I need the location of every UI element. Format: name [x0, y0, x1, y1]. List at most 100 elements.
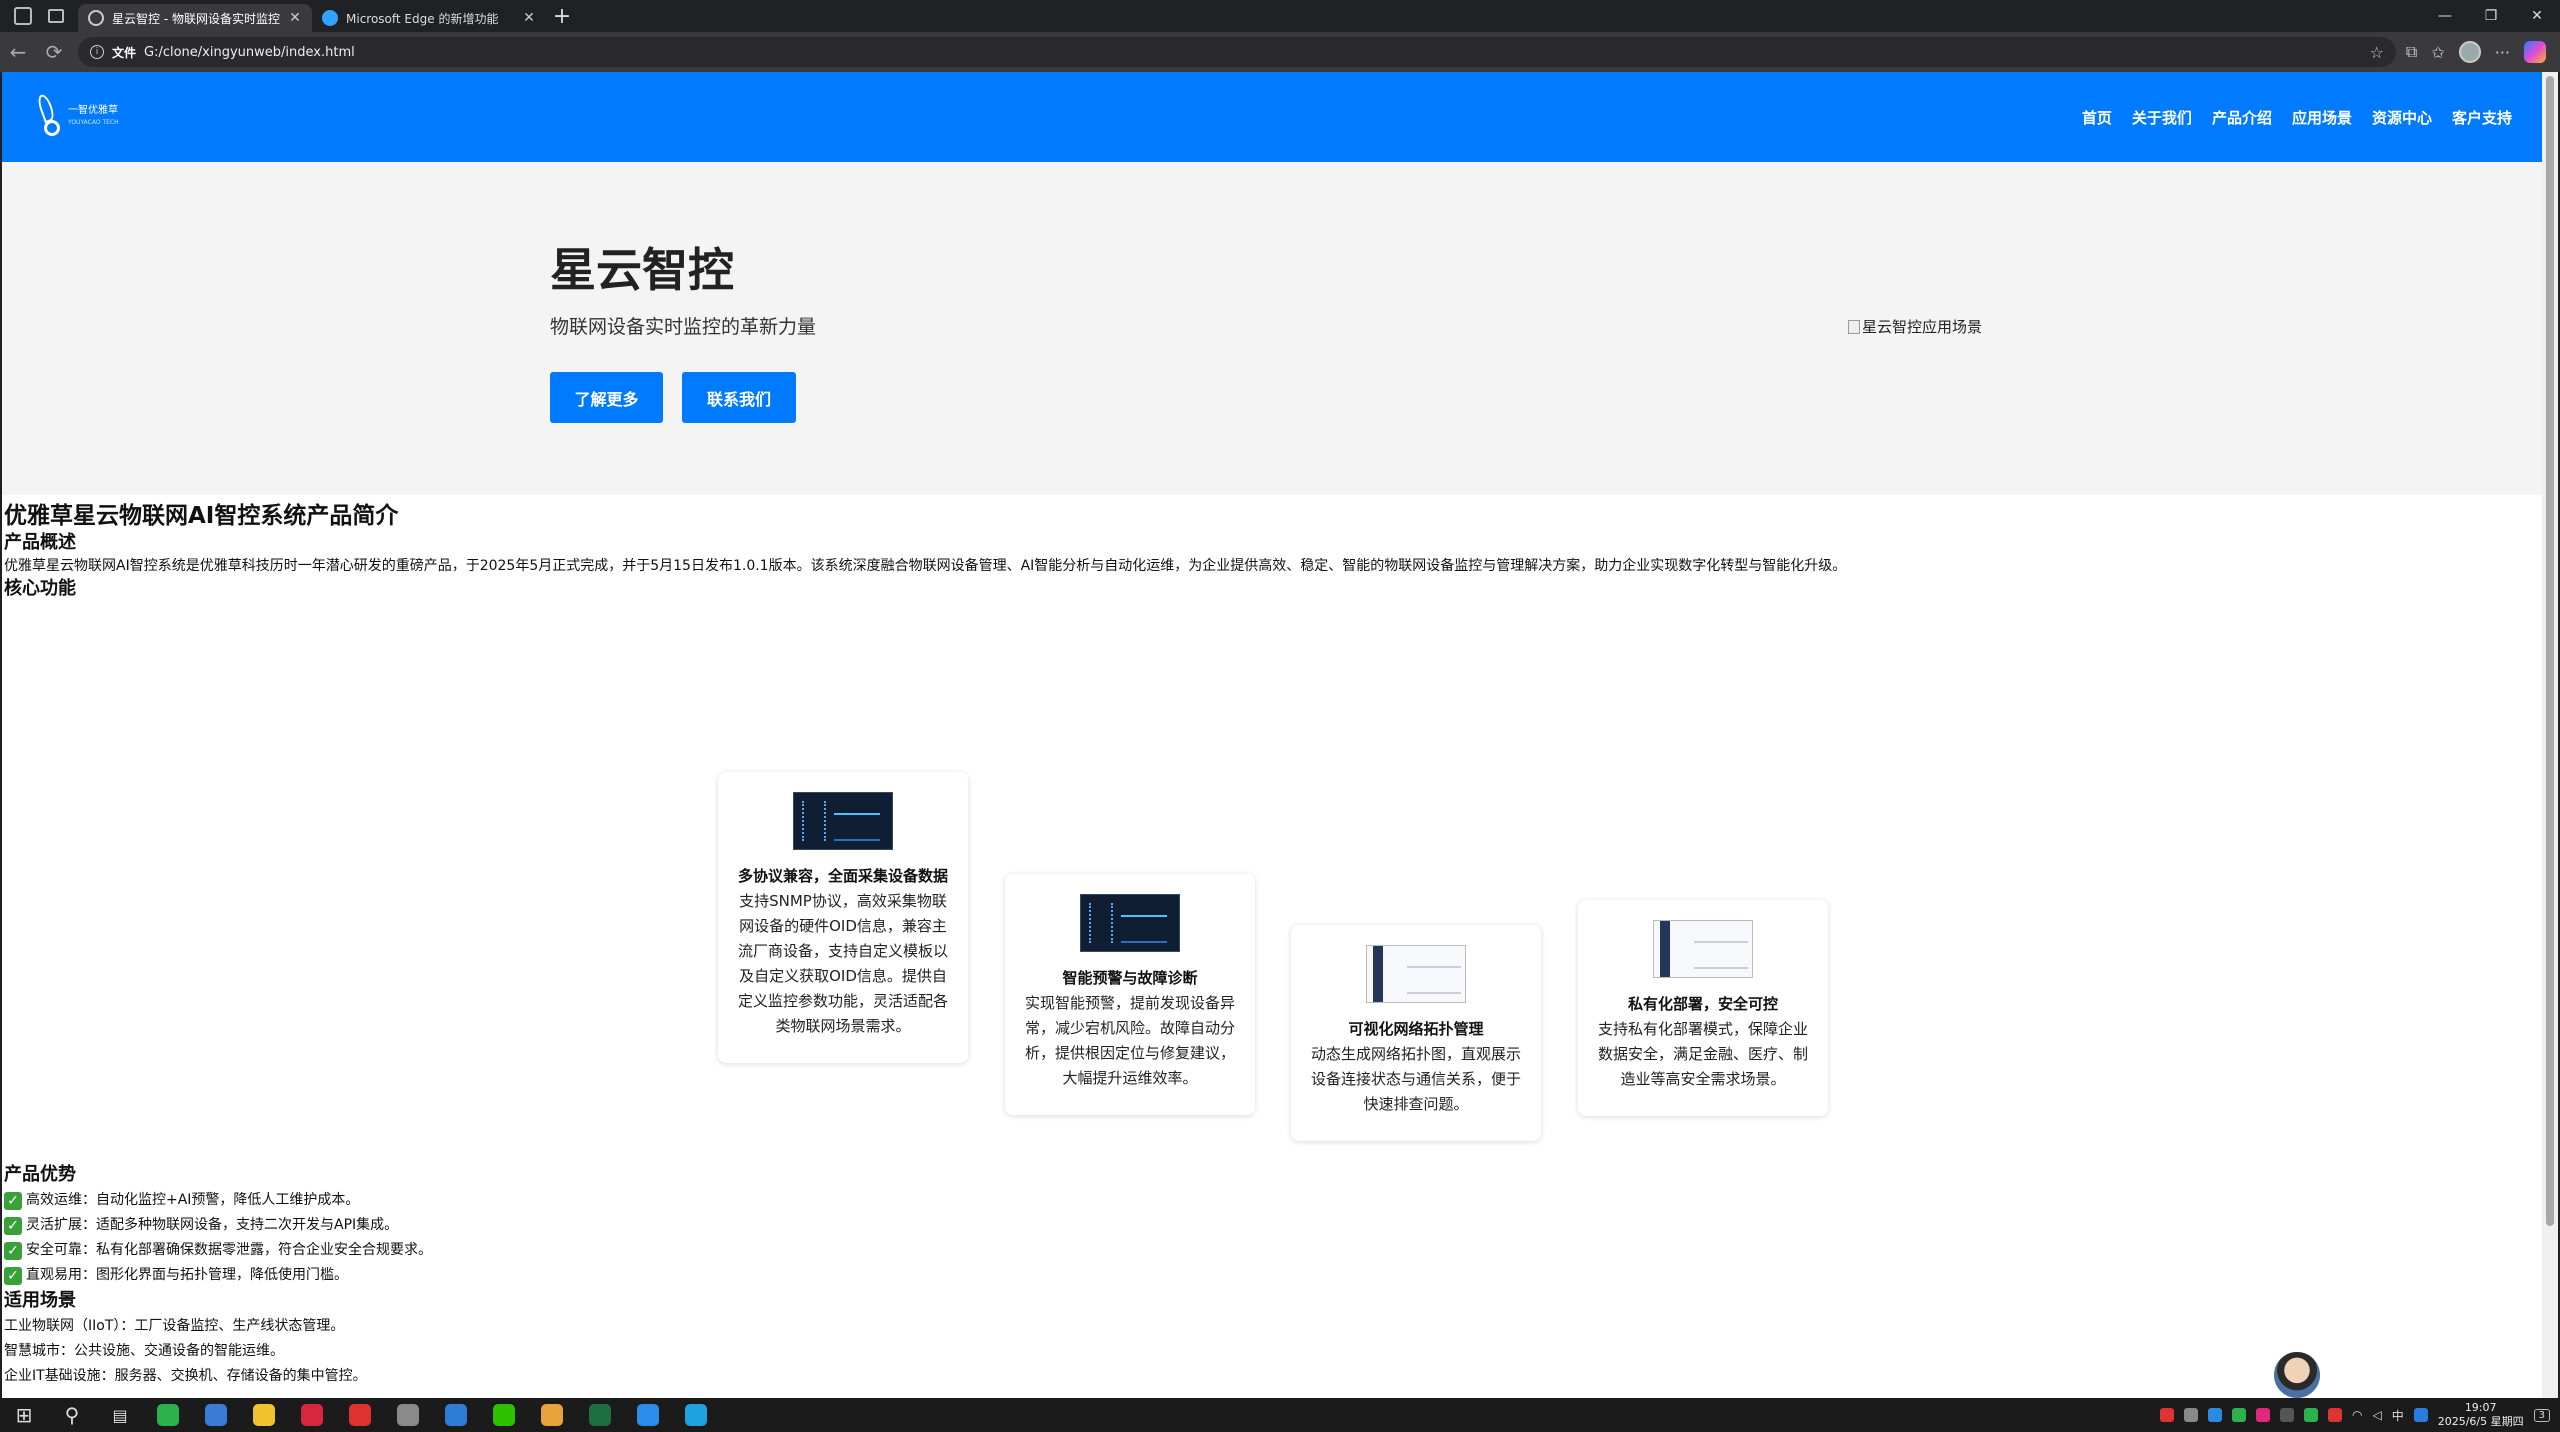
nav-resources[interactable]: 资源中心	[2372, 107, 2432, 128]
new-tab-button[interactable]: +	[546, 0, 578, 32]
reload-button[interactable]: ⟳	[36, 36, 72, 68]
tab-actions-icon[interactable]	[48, 9, 64, 23]
list-item: 企业IT基础设施：服务器、交换机、存储设备的集中管控。	[4, 1368, 367, 1384]
taskbar: ⊞ ⚲ ▤ ◠ ◁ 中 19:07 2025/6/5 星期四 3	[0, 1398, 2560, 1432]
search-icon[interactable]: ⚲	[48, 1398, 96, 1432]
task-view-icon[interactable]: ▤	[96, 1398, 144, 1432]
app-netease-icon[interactable]	[336, 1398, 384, 1432]
address-bar[interactable]: i 文件 G:/clone/xingyunweb/index.html ☆	[78, 37, 2396, 67]
favorites-icon[interactable]: ✩	[2431, 43, 2444, 62]
volume-icon[interactable]: ◁	[2372, 1408, 2381, 1422]
input-language[interactable]: 中	[2392, 1407, 2404, 1424]
window-menu	[0, 7, 78, 25]
profile-icon[interactable]	[2458, 41, 2481, 63]
advantage-text: 安全可靠：私有化部署确保数据零泄露，符合企业安全合规要求。	[26, 1242, 432, 1258]
tray-app-icon[interactable]	[2183, 1408, 2198, 1422]
features-heading: 核心功能	[4, 578, 76, 599]
hero-image: 星云智控应用场景	[1848, 316, 1982, 337]
site-logo[interactable]: 一智优雅草 YOUYACAO TECH	[35, 92, 119, 140]
feature-cards: 多协议兼容，全面采集设备数据 支持SNMP协议，高效采集物联网设备的硬件OID信…	[2, 682, 2542, 1172]
tray-app-icon[interactable]	[2255, 1408, 2270, 1422]
extensions-icon[interactable]: ⧉	[2406, 42, 2417, 62]
nav-about[interactable]: 关于我们	[2132, 107, 2192, 128]
more-icon[interactable]: ···	[2495, 43, 2510, 62]
app-wechat-icon[interactable]	[480, 1398, 528, 1432]
advantage-text: 直观易用：图形化界面与拓扑管理，降低使用门槛。	[26, 1267, 348, 1283]
app-chrome-icon[interactable]	[528, 1398, 576, 1432]
close-window-button[interactable]: ✕	[2514, 0, 2560, 32]
app-chip	[349, 1404, 371, 1426]
list-item: ✓ 直观易用：图形化界面与拓扑管理，降低使用门槛。	[4, 1263, 432, 1288]
wifi-icon[interactable]: ◠	[2352, 1408, 2362, 1422]
feature-title: 多协议兼容，全面采集设备数据	[737, 867, 948, 885]
check-icon: ✓	[4, 1241, 22, 1260]
url-text[interactable]: G:/clone/xingyunweb/index.html	[144, 45, 355, 60]
page-scrollbar[interactable]	[2542, 72, 2558, 1398]
start-button[interactable]: ⊞	[0, 1398, 48, 1432]
nav-scenarios[interactable]: 应用场景	[2292, 107, 2352, 128]
battery-icon[interactable]	[2279, 1408, 2294, 1422]
app-h-icon[interactable]	[144, 1398, 192, 1432]
hero-section: 星云智控 物联网设备实时监控的革新力量 了解更多 联系我们 星云智控应用场景	[2, 162, 2542, 495]
app-photo-icon[interactable]	[384, 1398, 432, 1432]
back-button[interactable]: ←	[0, 36, 36, 68]
close-tab-icon[interactable]: ✕	[522, 10, 536, 26]
tray-app-icon[interactable]	[2231, 1408, 2246, 1422]
app-excel-icon[interactable]	[576, 1398, 624, 1432]
advantage-text: 高效运维：自动化监控+AI预警，降低人工维护成本。	[26, 1192, 360, 1208]
logo-sub: YOUYACAO TECH	[68, 119, 119, 126]
notification-icon[interactable]: 3	[2533, 1408, 2550, 1422]
advantage-text: 灵活扩展：适配多种物联网设备，支持二次开发与API集成。	[26, 1217, 399, 1233]
tray-app-icon[interactable]	[2207, 1408, 2222, 1422]
logo-mark-icon	[35, 92, 62, 140]
nav-support[interactable]: 客户支持	[2452, 107, 2512, 128]
copilot-icon[interactable]	[2524, 41, 2546, 63]
chat-avatar[interactable]	[2272, 1350, 2322, 1400]
app-vscode-icon[interactable]	[624, 1398, 672, 1432]
tab-xingyun[interactable]: 星云智控 - 物联网设备实时监控与 ✕	[78, 4, 312, 32]
input-method-icon[interactable]	[2413, 1408, 2428, 1422]
app-files-icon[interactable]	[240, 1398, 288, 1432]
app-edge-icon[interactable]	[672, 1398, 720, 1432]
overview-text: 优雅草星云物联网AI智控系统是优雅草科技历时一年潜心研发的重磅产品，于2025年…	[4, 558, 1847, 574]
window-controls: — ❐ ✕	[2422, 0, 2560, 32]
clock[interactable]: 19:07 2025/6/5 星期四	[2438, 1401, 2524, 1429]
feature-title: 可视化网络拓扑管理	[1348, 1020, 1484, 1038]
logo-text: 一智优雅草 YOUYACAO TECH	[68, 105, 119, 129]
feature-screenshot	[793, 792, 893, 850]
nav-products[interactable]: 产品介绍	[2212, 107, 2272, 128]
app-wps-icon[interactable]	[288, 1398, 336, 1432]
list-item: ✓ 高效运维：自动化监控+AI预警，降低人工维护成本。	[4, 1188, 432, 1213]
feature-card: 私有化部署，安全可控 支持私有化部署模式，保障企业数据安全，满足金融、医疗、制造…	[1578, 900, 1828, 1116]
browser-tools: ⧉ ✩ ···	[2406, 41, 2560, 63]
list-item: 工业物联网（IIoT）：工厂设备监控、生产线状态管理。	[4, 1318, 345, 1334]
app-sogou-icon[interactable]	[432, 1398, 480, 1432]
star-icon[interactable]: ☆	[2370, 43, 2384, 62]
advantages-scenarios: 产品优势 ✓ 高效运维：自动化监控+AI预警，降低人工维护成本。 ✓ 灵活扩展：适配…	[4, 1162, 432, 1389]
scenarios-heading: 适用场景	[4, 1290, 76, 1311]
netease-tray-icon[interactable]	[2327, 1408, 2342, 1422]
nav-home[interactable]: 首页	[2082, 107, 2112, 128]
hero-subtitle: 物联网设备实时监控的革新力量	[550, 316, 817, 338]
minimize-button[interactable]: —	[2422, 0, 2468, 32]
info-icon[interactable]: i	[90, 45, 104, 59]
overview-heading: 产品概述	[4, 532, 76, 553]
learn-more-button[interactable]: 了解更多	[550, 372, 663, 423]
intro-title: 优雅草星云物联网AI智控系统产品简介	[4, 503, 399, 529]
restore-button[interactable]: ❐	[2468, 0, 2514, 32]
close-tab-icon[interactable]: ✕	[288, 10, 302, 26]
app-chip	[397, 1404, 419, 1426]
scroll-thumb[interactable]	[2546, 76, 2554, 1226]
workspaces-icon[interactable]	[14, 7, 32, 25]
intro-section: 优雅草星云物联网AI智控系统产品简介 产品概述 优雅草星云物联网AI智控系统是优…	[2, 501, 2542, 601]
address-toolbar: ← ⟳ i 文件 G:/clone/xingyunweb/index.html …	[0, 32, 2560, 72]
feature-desc: 动态生成网络拓扑图，直观展示设备连接状态与通信关系，便于快速排查问题。	[1310, 1045, 1521, 1113]
contact-us-button[interactable]: 联系我们	[682, 372, 796, 423]
nvidia-icon[interactable]	[2303, 1408, 2318, 1422]
app-browser-icon[interactable]	[192, 1398, 240, 1432]
list-item: 智慧城市：公共设施、交通设备的智能运维。	[4, 1343, 284, 1359]
tray-app-icon[interactable]	[2159, 1408, 2174, 1422]
feature-screenshot	[1366, 945, 1466, 1003]
app-chip	[205, 1404, 227, 1426]
tab-edge-news[interactable]: Microsoft Edge 的新增功能 ✕	[312, 4, 546, 32]
